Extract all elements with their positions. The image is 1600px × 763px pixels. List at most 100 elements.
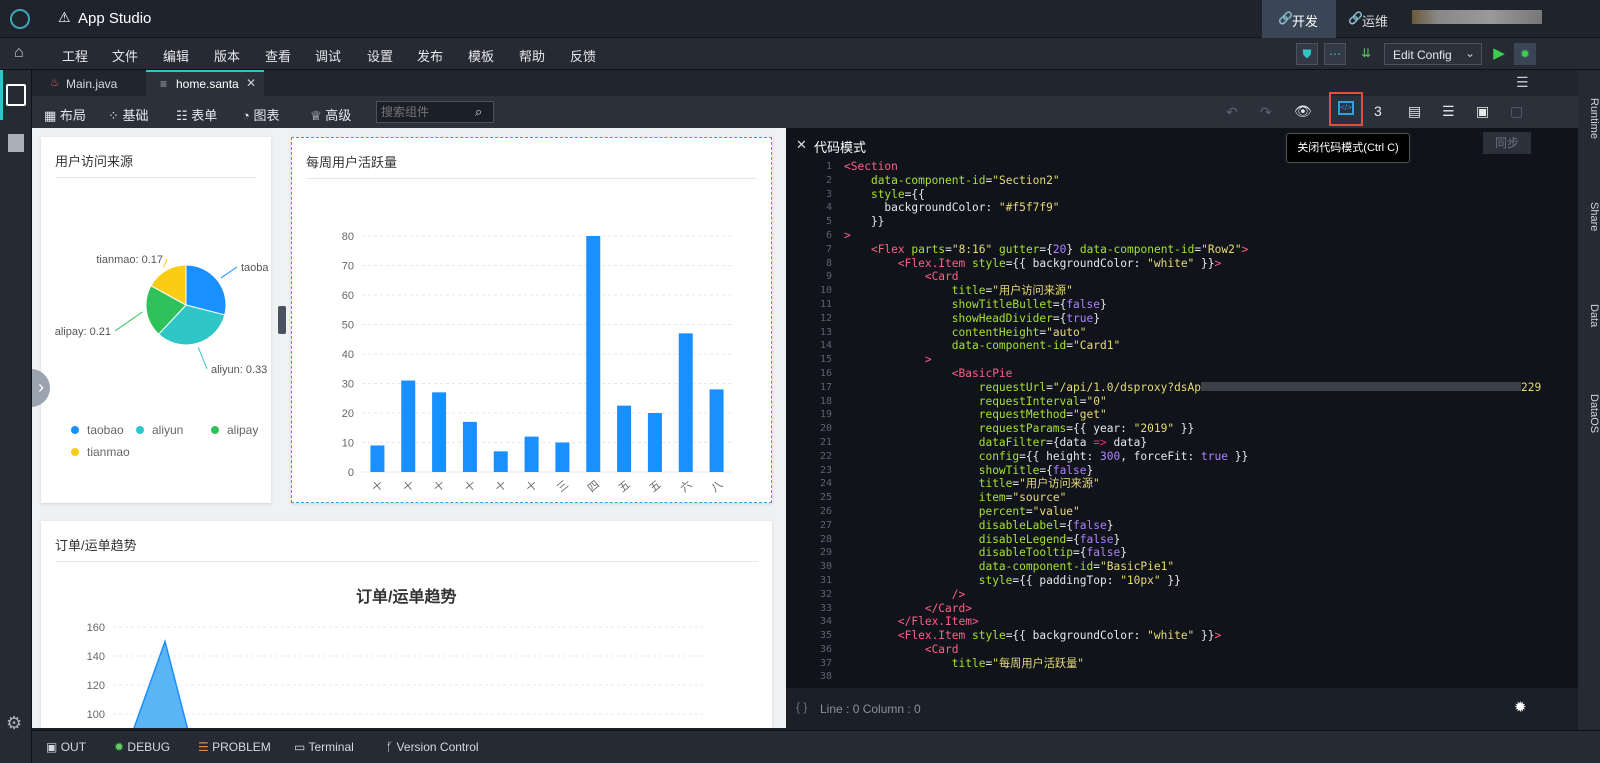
terminal-tab[interactable]: ▭ Terminal xyxy=(294,740,354,754)
bug-icon[interactable]: ✹ xyxy=(1514,698,1527,716)
save-icon[interactable]: ▢ xyxy=(1510,103,1523,120)
chart-button[interactable]: ◔ 图表 xyxy=(242,105,280,124)
menu-settings[interactable]: 设置 xyxy=(367,46,393,65)
files-icon[interactable] xyxy=(6,84,26,106)
undo-icon[interactable]: ↶ xyxy=(1226,104,1238,121)
form-list-icon[interactable]: ▤ xyxy=(1408,103,1421,120)
menu-template[interactable]: 模板 xyxy=(468,46,494,65)
css3-icon[interactable]: 3 xyxy=(1374,103,1382,119)
x-tick-label: 十 xyxy=(492,477,509,495)
preview-eye-icon[interactable]: 👁 xyxy=(1294,103,1312,120)
menu-feedback[interactable]: 反馈 xyxy=(570,46,596,65)
tab-label: Main.java xyxy=(66,77,118,91)
layout-icon: ▦ xyxy=(44,108,57,123)
search-input[interactable] xyxy=(381,104,471,120)
cursor-position: Line : 0 Column : 0 xyxy=(820,702,921,716)
debug-tab[interactable]: ✹ DEBUG xyxy=(114,740,170,754)
edit-config-select[interactable]: Edit Config ⌄ xyxy=(1384,43,1482,65)
shield-icon[interactable]: ⛊ xyxy=(1296,43,1318,65)
close-icon[interactable]: ✕ xyxy=(246,76,256,90)
menu-debug[interactable]: 调试 xyxy=(315,46,341,65)
y-tick-label: 0 xyxy=(348,467,354,479)
hamburger-menu-icon[interactable]: ☰ xyxy=(1516,74,1529,91)
version-control-tab[interactable]: ᚶ Version Control xyxy=(386,740,479,754)
bar xyxy=(493,451,508,472)
bar xyxy=(432,392,447,472)
card-divider xyxy=(306,178,757,179)
redo-icon[interactable]: ↷ xyxy=(1260,104,1272,121)
basic-button[interactable]: ⁘ 基础 xyxy=(108,105,149,124)
bar xyxy=(462,421,477,472)
tab-main-java[interactable]: ♨ Main.java xyxy=(32,70,146,96)
problem-tab[interactable]: ☰ PROBLEM xyxy=(198,740,271,754)
trend-card[interactable]: 订单/运单趋势 订单/运单趋势 160 140 120 100 xyxy=(41,521,772,728)
x-tick-label: 十 xyxy=(461,477,478,495)
y-tick-label: 20 xyxy=(342,408,354,420)
download-icon[interactable]: ⇊ xyxy=(1354,43,1378,65)
user-avatar-blurred[interactable] xyxy=(1412,10,1542,24)
legend-alipay: alipay xyxy=(227,423,258,437)
form-button[interactable]: ☷ 表单 xyxy=(176,105,217,124)
bar xyxy=(647,413,662,472)
edit-config-label: Edit Config xyxy=(1393,48,1452,62)
menu-publish[interactable]: 发布 xyxy=(417,46,443,65)
tab-dataos[interactable]: DataOS xyxy=(1578,394,1600,433)
gear-icon[interactable]: ⚙ xyxy=(6,713,22,734)
debug-bug-icon[interactable]: ✹ xyxy=(1514,43,1536,65)
menu-edit[interactable]: 编辑 xyxy=(163,46,189,65)
code-panel: ✕ 代码模式 同步 关闭代码模式(Ctrl C) 1 2 3 4 5 6 7 8… xyxy=(786,128,1578,728)
menu-help[interactable]: 帮助 xyxy=(519,46,545,65)
page-layout-icon[interactable]: ▣ xyxy=(1476,103,1489,120)
pie-chart: taoba aliyun: 0.33 alipay: 0.21 tianmao: 0.… xyxy=(55,254,270,459)
menu-file[interactable]: 文件 xyxy=(112,46,138,65)
layout-button[interactable]: ▦ 布局 xyxy=(44,105,86,124)
y-tick-label: 60 xyxy=(342,290,354,302)
bar-card[interactable]: 每周用户活跃量 0 10 20 30 40 50 60 70 80 十十十十十十三四五五六八 xyxy=(291,137,772,503)
legend-tianmao: tianmao xyxy=(87,445,130,459)
splitter-handle[interactable] xyxy=(278,306,286,334)
out-tab[interactable]: ▣ OUT xyxy=(46,740,86,754)
sync-button[interactable]: 同步 xyxy=(1483,132,1531,154)
tab-data[interactable]: Data xyxy=(1578,304,1600,327)
code-panel-title: 代码模式 xyxy=(814,140,867,155)
legend-taobao: taobao xyxy=(87,423,124,437)
left-activity-bar: ⚙ xyxy=(0,70,32,763)
plugin-icon[interactable] xyxy=(8,134,24,152)
home-icon[interactable]: ⌂ xyxy=(14,44,24,62)
bug-icon: ✹ xyxy=(114,740,125,754)
link-icon: 🔗 xyxy=(1348,11,1363,25)
y-tick-label: 140 xyxy=(87,651,105,663)
menu-version[interactable]: 版本 xyxy=(214,46,240,65)
grid-icon: ⁘ xyxy=(108,108,119,123)
pie-label-line xyxy=(163,258,168,268)
pie-card[interactable]: 用户访问来源 taoba aliyun: 0.33 alipay: 0.21 tian… xyxy=(41,137,271,503)
tab-home-santa[interactable]: ≡ home.santa ✕ xyxy=(146,70,264,96)
pie-icon: ◔ xyxy=(242,108,250,123)
pie-label-tianmao: tianmao: 0.17 xyxy=(96,254,163,266)
tab-label: home.santa xyxy=(176,77,239,91)
bar xyxy=(586,236,601,472)
active-indicator xyxy=(0,70,3,120)
tab-share[interactable]: Share xyxy=(1578,202,1600,231)
tab-runtime[interactable]: Runtime xyxy=(1578,98,1600,139)
advanced-button[interactable]: ♕ 高级 xyxy=(310,105,351,124)
menu-view[interactable]: 查看 xyxy=(265,46,291,65)
share-nodes-icon[interactable]: ⋯ xyxy=(1324,43,1346,65)
ops-tab[interactable]: 🔗 运维 xyxy=(1344,0,1404,38)
pie-label-line xyxy=(114,311,143,332)
code-editor[interactable]: <Section data-component-id="Section2" st… xyxy=(844,160,1574,670)
y-tick-label: 50 xyxy=(342,320,354,332)
component-search[interactable]: ⌕ xyxy=(376,101,494,123)
run-icon[interactable]: ▶ xyxy=(1488,43,1510,65)
dev-tab[interactable]: 🔗 开发 xyxy=(1262,0,1336,38)
code-icon: </> xyxy=(1338,101,1354,115)
menu-project[interactable]: 工程 xyxy=(62,46,88,65)
area-chart: 160 140 120 100 xyxy=(87,622,703,728)
app-title: App Studio xyxy=(78,10,152,27)
legend-marker xyxy=(211,426,219,434)
code-mode-button[interactable]: </> xyxy=(1329,92,1363,126)
close-code-icon[interactable]: ✕ xyxy=(796,137,807,153)
warning-icon: ⚠ xyxy=(58,9,71,25)
database-icon[interactable]: ☰ xyxy=(1442,103,1455,120)
y-tick-label: 40 xyxy=(342,349,354,361)
